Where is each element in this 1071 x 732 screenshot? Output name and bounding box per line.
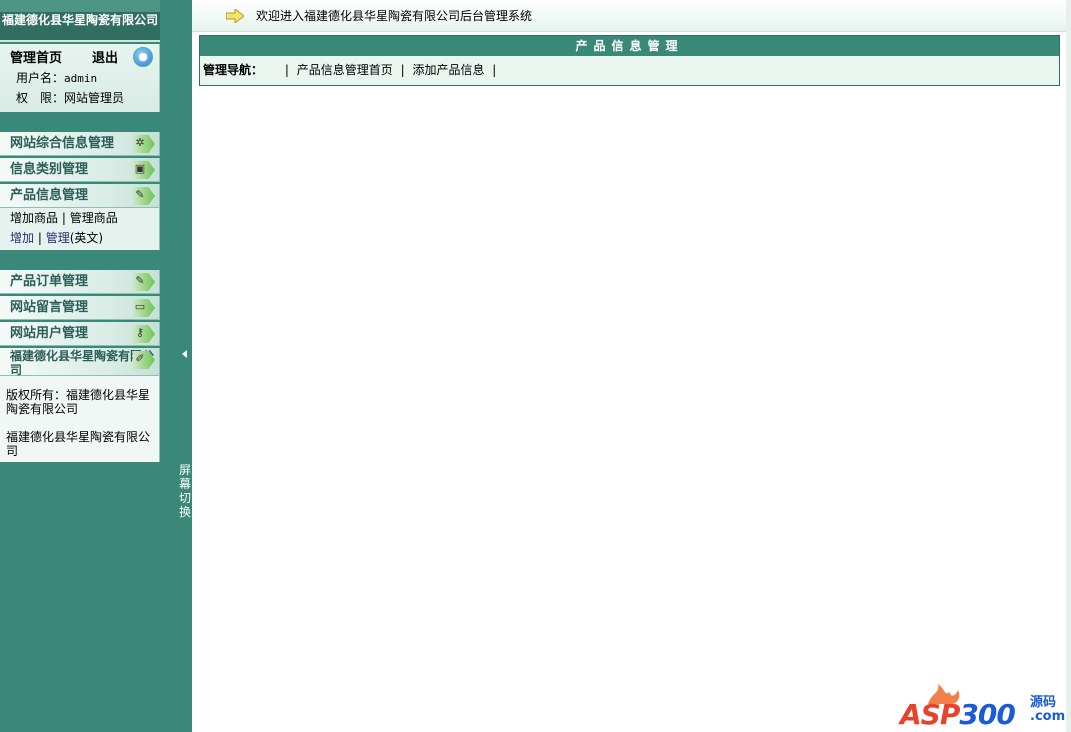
manage-en-link[interactable]: 管理 [46, 231, 70, 245]
asp300-logo: ASP300 源码 .com [900, 680, 1066, 731]
separator: | [492, 63, 497, 77]
gear-icon: ✲ [135, 136, 145, 149]
user-panel: 管理首页 退出 ● 用户名：admin 权 限：网站管理员 [0, 44, 160, 112]
main-content: 欢迎进入福建德化县华星陶瓷有限公司后台管理系统 产品信息管理 管理导航： | 产… [192, 0, 1066, 732]
screen-toggle[interactable]: 屏幕切换 [178, 463, 192, 519]
separator: | [37, 231, 46, 245]
admin-nav: 管理导航： | 产品信息管理首页 | 添加产品信息 | [200, 56, 1059, 84]
sidebar: 福建德化县华星陶瓷有限公司 管理首页 退出 ● 用户名：admin 权 限：网站… [0, 0, 160, 732]
menu-orders-label: 产品订单管理 [10, 274, 89, 289]
product-submenu-row-cn: 增加商品 | 管理商品 [10, 208, 159, 228]
logout-link[interactable]: 退出 [92, 47, 118, 66]
document-pen-icon: ✎ [135, 188, 145, 201]
site-title: 福建德化县华星陶瓷有限公司 [0, 12, 160, 42]
copyright-panel: 版权所有：福建德化县华星陶瓷有限公司 福建德化县华星陶瓷有限公司 [0, 376, 160, 462]
menu-product-info-label: 产品信息管理 [10, 188, 89, 203]
right-edge [1066, 0, 1071, 732]
add-goods-link[interactable]: 增加商品 [10, 211, 58, 225]
role-value: 网站管理员 [64, 91, 125, 105]
product-submenu-row-en: 增加 | 管理(英文) [10, 228, 159, 248]
menu-messages-label: 网站留言管理 [10, 300, 89, 315]
username-label: 用户名： [16, 71, 65, 85]
user-avatar-icon: ● [133, 47, 153, 67]
manage-goods-link[interactable]: 管理商品 [70, 211, 118, 225]
company-line: 福建德化县华星陶瓷有限公司 [6, 430, 151, 458]
menu-site-info-label: 网站综合信息管理 [10, 136, 115, 151]
role-row: 权 限：网站管理员 [0, 88, 159, 108]
sidebar-top-strip [0, 0, 160, 12]
separator: | [61, 211, 70, 225]
username-row: 用户名：admin [0, 68, 159, 88]
role-label: 权 限： [16, 91, 65, 105]
add-en-link[interactable]: 增加 [10, 231, 34, 245]
pen-icon: ✐ [135, 352, 145, 365]
copyright-line: 版权所有：福建德化县华星陶瓷有限公司 [6, 388, 151, 416]
logo-suffix: 源码 .com [1030, 695, 1066, 724]
menu-product-info[interactable]: 产品信息管理 ✎ [0, 184, 160, 208]
username-value: admin [64, 72, 98, 85]
key-icon: ⚷ [135, 326, 145, 339]
separator: | [400, 63, 405, 77]
menu-orders[interactable]: 产品订单管理 ✎ [0, 270, 160, 294]
monitor-icon: ▣ [134, 162, 146, 175]
english-note: (英文) [69, 231, 104, 245]
menu-users-label: 网站用户管理 [10, 326, 89, 341]
menu-site-info[interactable]: 网站综合信息管理 ✲ [0, 132, 160, 156]
menu-category-label: 信息类别管理 [10, 162, 89, 177]
separator: | [284, 63, 289, 77]
section-title: 产品信息管理 [200, 36, 1059, 56]
logo-text: ASP300 [900, 698, 1016, 731]
user-panel-header: 管理首页 退出 ● [0, 44, 159, 68]
nav-link-product-home[interactable]: 产品信息管理首页 [297, 63, 393, 77]
nav-label: 管理导航： [203, 63, 264, 77]
product-submenu: 增加商品 | 管理商品 增加 | 管理(英文) [0, 208, 160, 250]
menu-category[interactable]: 信息类别管理 ▣ [0, 158, 160, 182]
menu-users[interactable]: 网站用户管理 ⚷ [0, 322, 160, 346]
menu-messages[interactable]: 网站留言管理 ▭ [0, 296, 160, 320]
top-bar: 欢迎进入福建德化县华星陶瓷有限公司后台管理系统 [192, 0, 1066, 32]
frame-divider [160, 0, 192, 732]
menu-company[interactable]: 福建德化县华星陶瓷有限公司 ✐ [0, 348, 160, 377]
arrow-right-icon [226, 9, 244, 23]
nav-link-add-product[interactable]: 添加产品信息 [412, 63, 484, 77]
folder-icon: ▭ [134, 300, 146, 313]
welcome-text: 欢迎进入福建德化县华星陶瓷有限公司后台管理系统 [256, 9, 533, 23]
document-pen-icon: ✎ [135, 274, 145, 287]
collapse-arrow-icon[interactable] [182, 350, 187, 358]
admin-home-link[interactable]: 管理首页 [10, 47, 62, 66]
product-info-box: 产品信息管理 管理导航： | 产品信息管理首页 | 添加产品信息 | [199, 35, 1060, 86]
